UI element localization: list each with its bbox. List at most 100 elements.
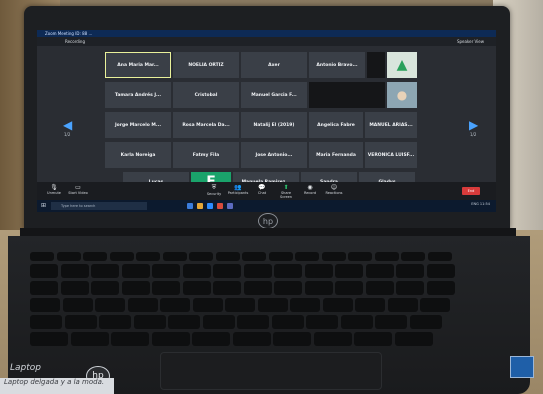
participant-tile[interactable]: Manuel Garcia F... [241,82,307,108]
folder-icon[interactable] [197,203,203,209]
keyboard-key[interactable] [182,264,211,278]
keyboard-key[interactable] [30,332,68,346]
participant-video[interactable]: ▲ [387,52,417,78]
keyboard-key[interactable] [242,252,266,261]
keyboard-key[interactable] [335,281,363,295]
end-meeting-button[interactable]: End [462,187,480,195]
keyboard-key[interactable] [306,315,338,329]
keyboard-key[interactable] [257,298,288,312]
keyboard-key[interactable] [396,281,424,295]
participant-tile[interactable]: Jose Antonio... [241,142,307,168]
keyboard-key[interactable] [375,315,407,329]
keyboard-key[interactable] [56,252,81,261]
keyboard-key[interactable] [127,298,158,312]
share-screen-button[interactable]: ⬆ Share Screen [275,184,297,199]
participant-tile[interactable]: MANUEL ARIAS... [365,112,417,138]
keyboard-key[interactable] [30,281,58,295]
keyboard-key[interactable] [152,281,180,295]
app-icon[interactable] [217,203,223,209]
keyboard-key[interactable] [387,298,418,312]
app-icon[interactable] [227,203,233,209]
keyboard-key[interactable] [237,315,269,329]
participant-tile[interactable]: Angelica Fabre [309,112,363,138]
keyboard-key[interactable] [62,298,93,312]
reactions-button[interactable]: ☺ Reactions [323,184,345,195]
chat-button[interactable]: 💬 Chat [251,184,273,195]
keyboard-key[interactable] [274,281,302,295]
keyboard-key[interactable] [321,252,346,261]
keyboard-key[interactable] [60,281,89,295]
keyboard-key[interactable] [225,298,255,312]
participant-tile[interactable]: Antonio Bravo... [309,52,365,78]
participant-tile[interactable]: Fatmy Fila [173,142,239,168]
participants-button[interactable]: 👥 Participants [227,184,249,195]
keyboard-key[interactable] [396,264,424,278]
keyboard-key[interactable] [304,264,333,278]
keyboard-key[interactable] [30,264,58,278]
keyboard-key[interactable] [268,252,293,261]
keyboard-key[interactable] [355,298,385,312]
prev-page-icon[interactable]: ◀ [63,118,72,132]
keyboard-key[interactable] [111,332,149,346]
windows-start-icon[interactable]: ⊞ [41,202,46,209]
participant-tile[interactable]: Tamara Andrés J... [105,82,171,108]
keyboard-key[interactable] [70,332,109,346]
speaker-view-button[interactable]: Speaker View [457,37,484,46]
unmute-button[interactable]: 🎙 Unmute [43,184,65,195]
keyboard-key[interactable] [192,332,230,346]
keyboard-key[interactable] [91,264,119,278]
keyboard-key[interactable] [91,281,119,295]
keyboard-key[interactable] [60,264,89,278]
keyboard-key[interactable] [295,252,319,261]
keyboard-key[interactable] [427,252,452,261]
keyboard-key[interactable] [189,252,213,261]
keyboard-key[interactable] [420,298,450,312]
keyboard-key[interactable] [243,264,272,278]
participant-tile[interactable]: VERONICA LUISF... [365,142,417,168]
keyboard-key[interactable] [354,332,392,346]
keyboard-key[interactable] [95,298,125,312]
keyboard-key[interactable] [192,298,223,312]
participant-tile[interactable]: Maria Fernanda [309,142,363,168]
keyboard-key[interactable] [133,315,166,329]
keyboard-key[interactable] [304,281,333,295]
participant-tile[interactable]: Karla Noreiga [105,142,171,168]
keyboard-key[interactable] [213,281,241,295]
zoom-app-icon[interactable] [207,203,213,209]
start-video-button[interactable]: ▭ Start Video [67,184,89,195]
keyboard-key[interactable] [365,281,394,295]
keyboard-key[interactable] [30,252,54,261]
keyboard-key[interactable] [168,315,200,329]
keyboard-key[interactable] [202,315,235,329]
security-button[interactable]: ⛨ Security [203,184,225,196]
next-page-icon[interactable]: ▶ [469,118,478,132]
participant-tile[interactable]: Cristobal [173,82,239,108]
keyboard-key[interactable] [348,252,372,261]
keyboard-key[interactable] [273,332,311,346]
keyboard-key[interactable] [213,264,241,278]
keyboard-key[interactable] [83,252,107,261]
participant-tile[interactable]: Axer [241,52,307,78]
keyboard-key[interactable] [160,298,190,312]
keyboard-key[interactable] [335,264,363,278]
keyboard-key[interactable] [151,332,190,346]
keyboard-key[interactable] [64,315,97,329]
participant-tile[interactable]: Jorge Marcelo M... [105,112,171,138]
keyboard-key[interactable] [243,281,272,295]
keyboard-key[interactable] [274,264,302,278]
participant-video[interactable] [367,52,385,78]
keyboard-key[interactable] [271,315,304,329]
keyboard-key[interactable] [232,332,271,346]
taskbar-search-input[interactable]: Type here to search [51,202,147,210]
participant-video[interactable] [309,82,385,108]
participant-tile[interactable]: NOELIA ORTIZ [173,52,239,78]
keyboard-key[interactable] [121,264,150,278]
app-icon[interactable] [187,203,193,209]
keyboard-key[interactable] [182,281,211,295]
participant-tile[interactable]: Rosa Marcela Da... [173,112,239,138]
keyboard-key[interactable] [30,298,60,312]
keyboard-key[interactable] [30,315,62,329]
keyboard-key[interactable] [290,298,320,312]
keyboard-key[interactable] [152,264,180,278]
keyboard-key[interactable] [109,252,134,261]
